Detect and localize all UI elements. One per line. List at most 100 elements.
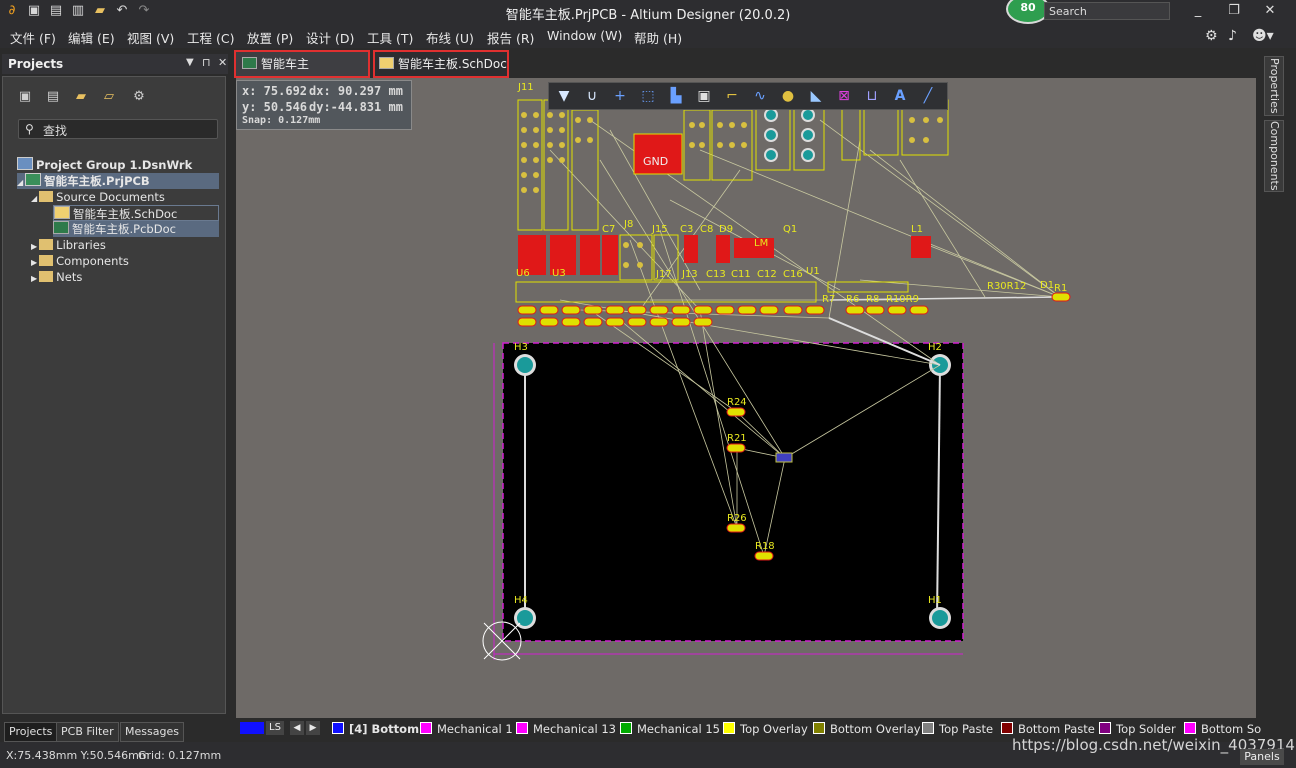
component-r21[interactable] bbox=[726, 443, 746, 453]
component-small-ic[interactable] bbox=[775, 452, 793, 463]
restore-button[interactable]: ❐ bbox=[1220, 2, 1248, 20]
tree-libraries[interactable]: ▶ Libraries bbox=[31, 237, 106, 253]
label-d9: D9 bbox=[719, 224, 733, 235]
doc-tab-schdoc-label: 智能车主板.SchDoc bbox=[398, 57, 507, 71]
menu-edit[interactable]: 编辑 (E) bbox=[68, 28, 115, 47]
label-c13: C13 bbox=[706, 269, 726, 280]
tab-properties[interactable]: Properties bbox=[1264, 56, 1284, 116]
layer-scroll-right-icon[interactable]: ▶ bbox=[306, 721, 320, 735]
layer-tab-label: Top Overlay bbox=[740, 722, 808, 736]
panel-bottom-tabs: Projects PCB Filter Messages bbox=[2, 722, 228, 742]
layer-tab-bottom-overlay[interactable]: Bottom Overlay bbox=[813, 721, 921, 737]
mounting-hole-h1[interactable] bbox=[929, 607, 951, 629]
layer-scroll-left-icon[interactable]: ◀ bbox=[290, 721, 304, 735]
route-icon[interactable]: ⌐ bbox=[723, 87, 741, 105]
label-r6: R6 bbox=[846, 294, 859, 305]
panels-button[interactable]: Panels bbox=[1240, 749, 1284, 765]
layer-tab-top-overlay[interactable]: Top Overlay bbox=[723, 721, 808, 737]
menu-design[interactable]: 设计 (D) bbox=[306, 28, 354, 47]
menu-project[interactable]: 工程 (C) bbox=[187, 28, 234, 47]
layer-swatch bbox=[1184, 722, 1196, 734]
tree-source-documents-label: Source Documents bbox=[56, 190, 165, 204]
current-layer-swatch[interactable] bbox=[240, 722, 264, 734]
menu-file[interactable]: 文件 (F) bbox=[10, 28, 56, 47]
layer-set-button[interactable]: LS bbox=[266, 721, 284, 735]
layer-tab-label: Top Solder bbox=[1116, 722, 1176, 736]
layer-tab-mechanical-15[interactable]: Mechanical 15 bbox=[620, 721, 720, 737]
menu-place[interactable]: 放置 (P) bbox=[247, 28, 293, 47]
line-icon[interactable]: ╱ bbox=[919, 87, 937, 105]
project-search-input[interactable]: ⚲ 查找 bbox=[18, 119, 218, 139]
label-r26: R26 bbox=[727, 513, 747, 524]
menu-reports[interactable]: 报告 (R) bbox=[487, 28, 534, 47]
project-settings-icon[interactable]: ⚙ bbox=[131, 89, 147, 105]
menu-tools[interactable]: 工具 (T) bbox=[367, 28, 413, 47]
add-folder-icon[interactable]: ▱ bbox=[101, 89, 117, 105]
mounting-hole-h3[interactable] bbox=[514, 354, 536, 376]
tree-sch-doc[interactable]: 智能车主板.SchDoc bbox=[53, 205, 219, 221]
panel-close-icon[interactable]: ✕ bbox=[218, 56, 227, 69]
tree-nets[interactable]: ▶ Nets bbox=[31, 269, 82, 285]
component-icon[interactable]: ▣ bbox=[695, 87, 713, 105]
search-icon: ⚲ bbox=[25, 122, 34, 136]
projects-panel: Projects ▼ ⊓ ✕ ▣ ▤ ▰ ▱ ⚙ ⚲ 查找 Project Gr… bbox=[0, 52, 230, 742]
tree-components[interactable]: ▶ Components bbox=[31, 253, 129, 269]
tune-length-icon[interactable]: ∿ bbox=[751, 87, 769, 105]
layer-swatch bbox=[723, 722, 735, 734]
tree-project[interactable]: ◢ 智能车主板.PrjPCB bbox=[17, 173, 219, 189]
menu-window[interactable]: Window (W) bbox=[547, 28, 622, 43]
panel-menu-icon[interactable]: ▼ bbox=[186, 57, 194, 68]
menu-route[interactable]: 布线 (U) bbox=[426, 28, 474, 47]
gnd-block: GND bbox=[633, 133, 683, 175]
close-button[interactable]: ✕ bbox=[1256, 2, 1284, 20]
select-box-icon[interactable]: ⬚ bbox=[639, 87, 657, 105]
component-r26[interactable] bbox=[726, 523, 746, 533]
layer-tab-mechanical-1[interactable]: Mechanical 1 bbox=[420, 721, 513, 737]
doc-tab-schdoc[interactable]: 智能车主板.SchDoc bbox=[373, 50, 509, 78]
label-j8: J8 bbox=[623, 219, 633, 230]
search-input[interactable]: Search bbox=[1044, 2, 1170, 20]
open-project-icon[interactable]: ▰ bbox=[73, 89, 89, 105]
layer-tab-bottom-paste[interactable]: Bottom Paste bbox=[1001, 721, 1095, 737]
layer-tab-bottom[interactable]: [4] Bottom bbox=[332, 721, 419, 737]
tab-pcb-filter[interactable]: PCB Filter bbox=[56, 722, 119, 742]
layer-tab-top-solder[interactable]: Top Solder bbox=[1099, 721, 1176, 737]
tree-project-label: 智能车主板.PrjPCB bbox=[44, 174, 150, 188]
layer-tab-mechanical-13[interactable]: Mechanical 13 bbox=[516, 721, 616, 737]
keepout-icon[interactable]: ⊠ bbox=[835, 87, 853, 105]
pcb-canvas[interactable]: GND H3 H2 H4 H1 R24 R21 R26 R18 J11 J8 J… bbox=[236, 78, 1256, 718]
crosshair-icon[interactable]: + bbox=[611, 87, 629, 105]
tab-projects[interactable]: Projects bbox=[4, 722, 58, 742]
save-project-icon[interactable]: ▣ bbox=[17, 89, 33, 105]
snap-magnet-icon[interactable]: ∪ bbox=[583, 87, 601, 105]
text-icon[interactable]: A bbox=[891, 87, 909, 105]
tree-project-group[interactable]: Project Group 1.DsnWrk bbox=[17, 157, 192, 173]
pin-icon[interactable]: ⊓ bbox=[202, 56, 211, 69]
dimension-icon[interactable]: ⊔ bbox=[863, 87, 881, 105]
tree-pcb-doc[interactable]: 智能车主板.PcbDoc bbox=[53, 221, 219, 237]
layer-tab-top-paste[interactable]: Top Paste bbox=[922, 721, 993, 737]
settings-gear-icon[interactable]: ⚙ bbox=[1205, 28, 1218, 44]
layer-tab-label: Bottom Paste bbox=[1018, 722, 1095, 736]
tab-components[interactable]: Components bbox=[1264, 120, 1284, 192]
menu-help[interactable]: 帮助 (H) bbox=[634, 28, 682, 47]
component-r18[interactable] bbox=[754, 551, 774, 561]
filter-icon[interactable]: ▼ bbox=[555, 87, 573, 105]
minimize-button[interactable]: _ bbox=[1184, 2, 1212, 20]
tab-messages[interactable]: Messages bbox=[120, 722, 184, 742]
pad-via-icon[interactable]: ● bbox=[779, 87, 797, 105]
layer-tab-label: Bottom Overlay bbox=[830, 722, 921, 736]
component-r24[interactable] bbox=[726, 407, 746, 417]
readout-dy: dy:-44.831 mm bbox=[309, 100, 403, 114]
polygon-icon[interactable]: ◣ bbox=[807, 87, 825, 105]
notifications-bell-icon[interactable]: ♪ bbox=[1228, 28, 1237, 44]
user-account-icon[interactable]: ☻▾ bbox=[1252, 28, 1274, 44]
label-r8: R8 bbox=[866, 294, 879, 305]
doc-tab-pcbdoc[interactable]: 智能车主板.PcbDoc bbox=[234, 50, 370, 95]
menu-view[interactable]: 视图 (V) bbox=[127, 28, 174, 47]
layer-tab-bottom-solder[interactable]: Bottom So bbox=[1184, 721, 1261, 737]
align-icon[interactable]: ▙ bbox=[667, 87, 685, 105]
compile-icon[interactable]: ▤ bbox=[45, 89, 61, 105]
label-c3: C3 bbox=[680, 224, 693, 235]
tree-source-documents[interactable]: ◢ Source Documents bbox=[31, 189, 165, 205]
